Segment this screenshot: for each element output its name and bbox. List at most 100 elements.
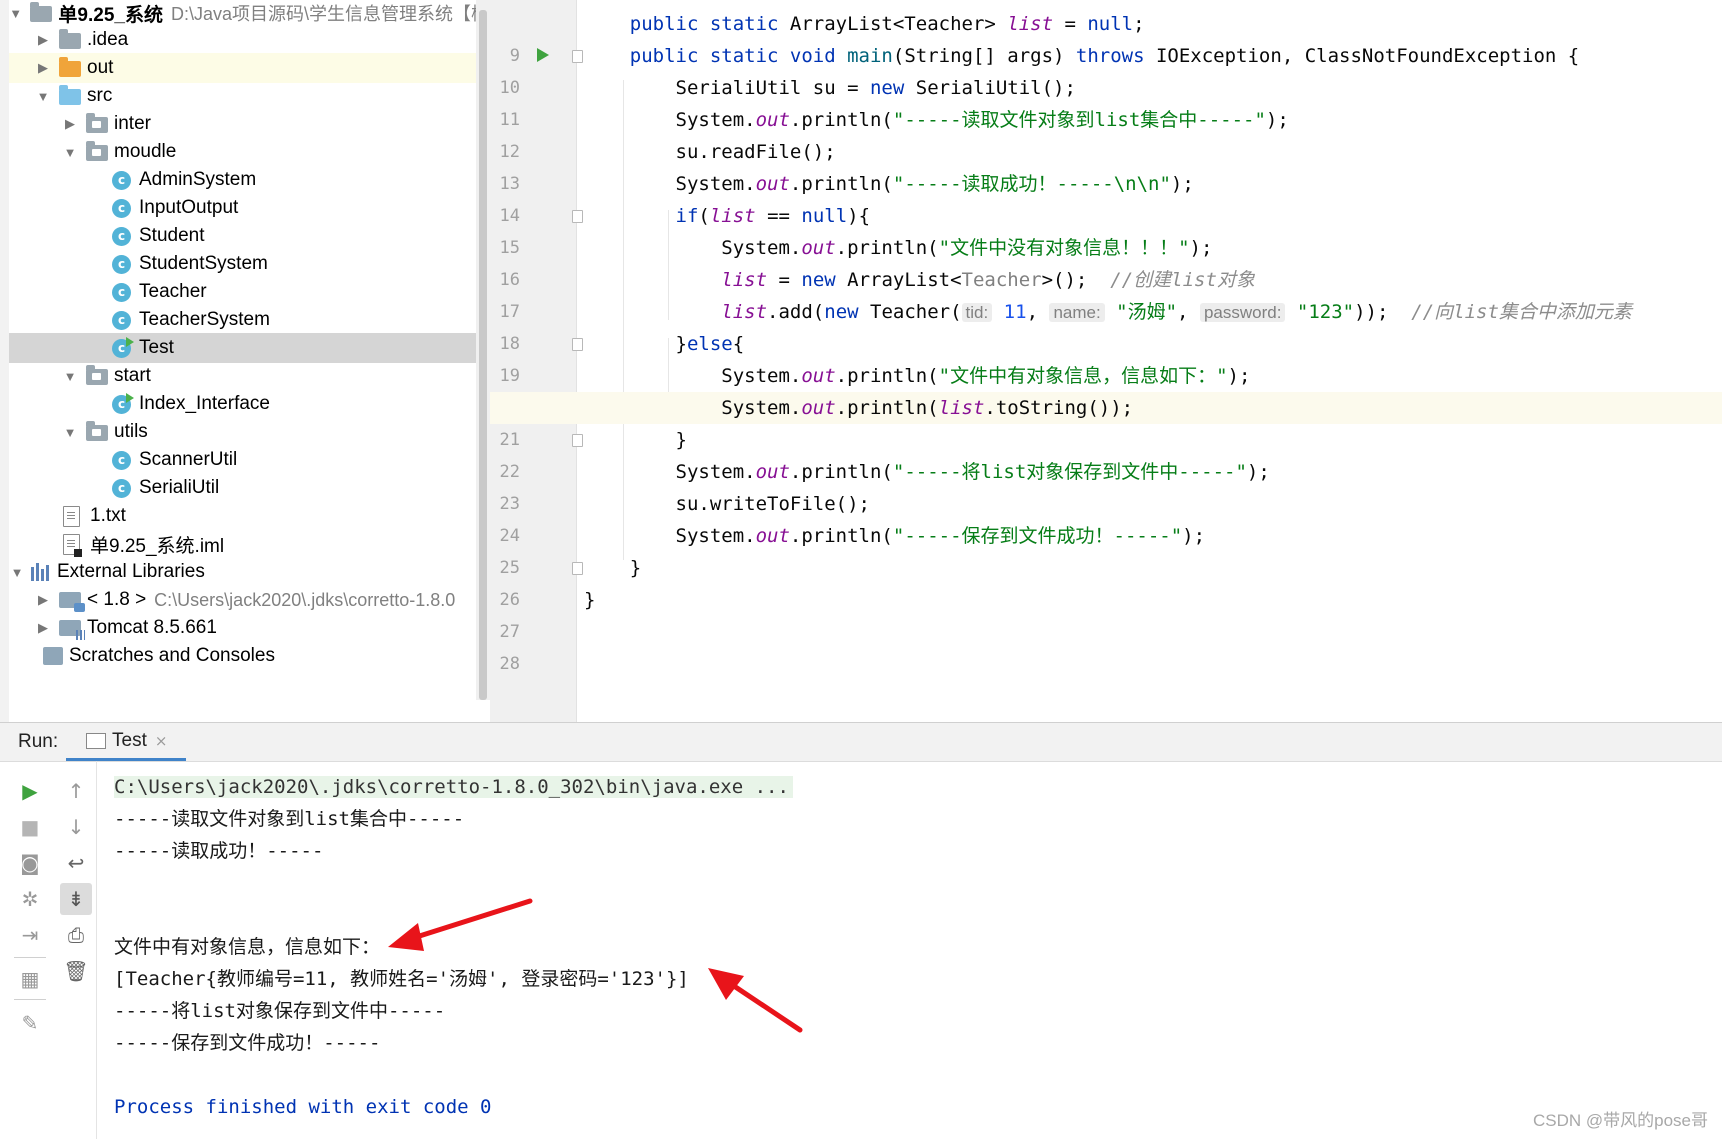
scrollbar-thumb[interactable] <box>479 10 487 700</box>
tree-item-student[interactable]: c Student <box>9 221 489 251</box>
parameter-hint: name: <box>1049 303 1105 322</box>
tree-item-index-interface[interactable]: c Index_Interface <box>9 389 489 419</box>
code-line-20: 20 System.out.println("文件中有对象信息，信息如下："); <box>490 360 1722 418</box>
layout-icon[interactable]: ▦ <box>14 963 46 995</box>
chevron-right-icon[interactable]: ▶ <box>35 32 51 48</box>
tree-item-src[interactable]: ▼ src <box>9 81 489 111</box>
fold-marker-icon[interactable] <box>572 434 583 447</box>
code-line-10: 10 public static void main(String[] args… <box>490 40 1722 98</box>
console-command[interactable]: C:\Users\jack2020\.jdks\corretto-1.8.0_3… <box>114 776 793 798</box>
chevron-down-icon[interactable]: ▼ <box>62 145 78 160</box>
tree-item-start[interactable]: ▼ start <box>9 361 489 391</box>
chevron-down-icon[interactable]: ▼ <box>9 565 25 580</box>
tree-item-adminsystem[interactable]: c AdminSystem <box>9 165 489 195</box>
tree-item-out[interactable]: ▶ out <box>9 53 489 83</box>
tree-item-inputoutput[interactable]: c InputOutput <box>9 193 489 223</box>
tree-item-teachersystem[interactable]: c TeacherSystem <box>9 305 489 335</box>
tree-item-test[interactable]: c Test <box>9 333 489 363</box>
code-line-26: 26 } <box>490 552 1722 610</box>
java-class-icon: c <box>112 450 131 470</box>
tree-item-jdk[interactable]: ▶ < 1.8 > C:\Users\jack2020\.jdks\corret… <box>9 585 489 615</box>
code-line-24: 24 su.writeToFile(); <box>490 488 1722 546</box>
tree-item-moudle[interactable]: ▼ moudle <box>9 137 489 167</box>
up-arrow-icon[interactable]: ↑ <box>60 775 92 807</box>
code-line-19: 19 }else{ <box>490 328 1722 386</box>
tree-item-1-txt[interactable]: 1.txt <box>9 501 489 531</box>
runnable-class-icon: c <box>112 336 134 358</box>
chevron-down-icon[interactable]: ▼ <box>9 6 22 21</box>
tree-item-utils[interactable]: ▼ utils <box>9 417 489 447</box>
chevron-right-icon[interactable]: ▶ <box>35 620 51 636</box>
scroll-to-end-icon[interactable]: ⇟ <box>60 883 92 915</box>
tomcat-library-icon <box>59 620 85 640</box>
code-text: System.out.println("-----保存到文件成功！-----")… <box>584 525 1206 547</box>
code-text: System.out.println(list.toString()); <box>584 397 1134 419</box>
soft-wrap-icon[interactable]: ↩ <box>60 847 92 879</box>
source-folder-icon <box>59 85 81 105</box>
project-scrollbar[interactable] <box>476 0 490 700</box>
tree-item-iml[interactable]: 单9.25_系统.iml <box>9 529 489 559</box>
settings-bug-icon[interactable]: ✲ <box>14 883 46 915</box>
chevron-down-icon[interactable]: ▼ <box>62 369 78 384</box>
tree-item-external-libraries[interactable]: ▼ External Libraries <box>9 557 489 587</box>
fold-marker-icon[interactable] <box>572 562 583 575</box>
chevron-down-icon[interactable]: ▼ <box>35 89 51 104</box>
trash-icon[interactable]: 🗑 <box>60 955 92 987</box>
tree-item-label: moudle <box>114 141 177 162</box>
tree-item-scannerutil[interactable]: c ScannerUtil <box>9 445 489 475</box>
chevron-right-icon[interactable]: ▶ <box>62 116 78 132</box>
stop-icon[interactable]: ■ <box>14 811 46 843</box>
tree-item-serialiutil[interactable]: c SerialiUtil <box>9 473 489 503</box>
code-editor[interactable]: 9 public static ArrayList<Teacher> list … <box>490 0 1722 722</box>
tree-item-label: Student <box>139 225 205 246</box>
tree-item-path: D:\Java项目源码\学生信息管理系统【桔 <box>170 4 489 24</box>
tree-item-teacher[interactable]: c Teacher <box>9 277 489 307</box>
tree-item-path: C:\Users\jack2020\.jdks\corretto-1.8.0 <box>154 589 456 610</box>
code-text: list.add(new Teacher(tid: 11, name: "汤姆"… <box>721 301 1632 323</box>
camera-icon[interactable]: ◙ <box>14 847 46 879</box>
code-text: System.out.println("-----读取成功！-----\n\n"… <box>584 173 1194 195</box>
code-text: } <box>584 589 596 611</box>
login-icon[interactable]: ⇥ <box>14 919 46 951</box>
code-line-14: 14 System.out.println("-----读取成功！-----\n… <box>490 168 1722 226</box>
scratches-icon <box>43 647 63 665</box>
run-label: Run: <box>18 731 59 752</box>
java-class-icon: c <box>112 310 131 330</box>
code-text: if(list == null){ <box>675 205 871 227</box>
chevron-down-icon[interactable]: ▼ <box>62 425 78 440</box>
console-exit-line: Process finished with exit code 0 <box>114 1096 492 1118</box>
code-line-25: 25 System.out.println("-----保存到文件成功！----… <box>490 520 1722 578</box>
run-tool-window: Run: Test × ▶ ■ ◙ ✲ ⇥ ▦ ✎ ↑ ↓ ↩ ⇟ ⎙ 🗑 C:… <box>0 722 1722 1139</box>
fold-marker-icon[interactable] <box>572 210 583 223</box>
pin-icon[interactable]: ✎ <box>14 1007 46 1039</box>
tab-test[interactable]: Test × <box>66 723 186 761</box>
down-arrow-icon[interactable]: ↓ <box>60 811 92 843</box>
code-line-21-current: 21 System.out.println(list.toString()); <box>490 392 1722 450</box>
close-icon[interactable]: × <box>155 732 168 750</box>
project-tool-window: ▼ 单9.25_系统 D:\Java项目源码\学生信息管理系统【桔 ▶ .ide… <box>0 0 490 722</box>
tree-item-inter[interactable]: ▶ inter <box>9 109 489 139</box>
annotation-arrow-icon <box>388 898 533 951</box>
tree-item-module-root[interactable]: ▼ 单9.25_系统 D:\Java项目源码\学生信息管理系统【桔 <box>9 0 489 28</box>
fold-marker-icon[interactable] <box>572 338 583 351</box>
chevron-right-icon[interactable]: ▶ <box>35 60 51 76</box>
tree-item-label: AdminSystem <box>139 169 257 190</box>
run-main-icon[interactable] <box>537 48 549 62</box>
iml-file-icon <box>63 533 82 557</box>
tree-item-label: start <box>114 365 151 386</box>
tree-item-tomcat[interactable]: ▶ Tomcat 8.5.661 <box>9 613 489 643</box>
chevron-right-icon[interactable]: ▶ <box>35 592 51 608</box>
code-text: list = new ArrayList<Teacher>(); //创建lis… <box>721 269 1255 291</box>
fold-marker-icon[interactable] <box>572 50 583 63</box>
rerun-icon[interactable]: ▶ <box>14 775 46 807</box>
print-icon[interactable]: ⎙ <box>60 919 92 951</box>
java-class-icon: c <box>112 254 131 274</box>
tree-item-label: inter <box>114 113 151 134</box>
tree-item-scratches[interactable]: Scratches and Consoles <box>9 641 489 671</box>
tree-item-idea[interactable]: ▶ .idea <box>9 25 489 55</box>
package-icon <box>86 113 108 133</box>
java-class-icon: c <box>112 226 131 246</box>
tree-item-studentsystem[interactable]: c StudentSystem <box>9 249 489 279</box>
console-line: 文件中有对象信息，信息如下： <box>114 936 381 958</box>
run-toolbar-right: ↑ ↓ ↩ ⇟ ⎙ 🗑 <box>56 767 92 1139</box>
